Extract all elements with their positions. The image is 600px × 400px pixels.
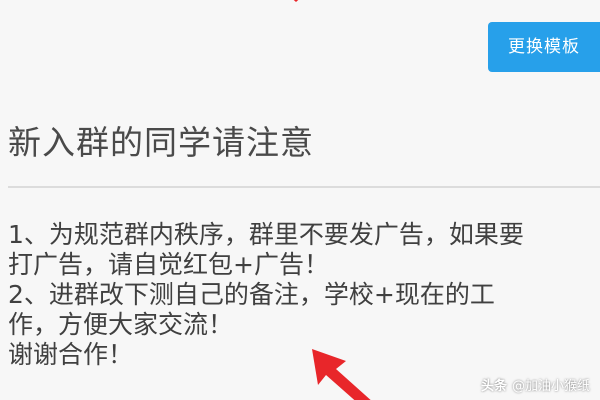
page-title: 新入群的同学请注意	[8, 123, 314, 162]
notice-line: 2、进群改下测自己的备注，学校+现在的工	[8, 280, 495, 309]
arrow-tip-icon	[293, 0, 299, 2]
notice-line: 作，方便大家交流！	[8, 310, 234, 339]
notice-line: 打广告，请自觉红包+广告！	[8, 250, 329, 279]
watermark-author: @加油小猴纸	[511, 379, 590, 394]
watermark: 头条 @加油小猴纸	[481, 375, 590, 394]
notice-line: 1、为规范群内秩序，群里不要发广告，如果要	[8, 220, 524, 249]
change-template-button[interactable]: 更换模板	[488, 22, 600, 72]
screen: 更换模板 新入群的同学请注意 1、为规范群内秩序，群里不要发广告，如果要 打广告…	[0, 0, 600, 400]
divider	[8, 186, 600, 188]
watermark-source: 头条	[480, 379, 507, 394]
red-arrow-icon	[312, 349, 371, 400]
